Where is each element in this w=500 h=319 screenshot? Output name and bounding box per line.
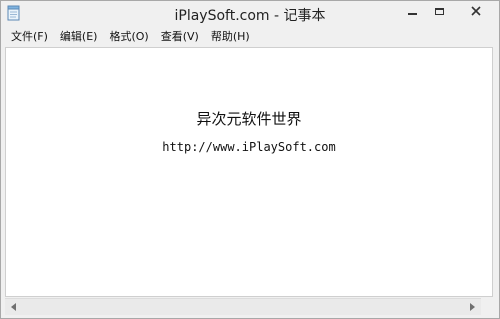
editor-url-line: http://www.iPlaySoft.com [162, 140, 336, 154]
menu-help[interactable]: 帮助(H) [205, 27, 256, 46]
size-grip[interactable] [481, 298, 498, 315]
menu-file[interactable]: 文件(F) [5, 27, 54, 46]
menu-view[interactable]: 查看(V) [155, 27, 205, 46]
minimize-icon [407, 13, 417, 15]
chevron-right-icon [469, 303, 475, 311]
scroll-left-button[interactable] [5, 299, 22, 315]
editor-text-line: 异次元软件世界 [196, 110, 302, 128]
chevron-left-icon [10, 303, 16, 311]
menu-edit[interactable]: 编辑(E) [54, 27, 104, 46]
notepad-window: iPlaySoft.com - 记事本 文件(F) 编辑(E) 格式(O) 查看… [0, 0, 500, 319]
title-bar[interactable]: iPlaySoft.com - 记事本 [1, 1, 499, 27]
close-button[interactable] [453, 1, 498, 21]
close-icon [470, 6, 481, 16]
menu-bar: 文件(F) 编辑(E) 格式(O) 查看(V) 帮助(H) [1, 27, 499, 46]
minimize-button[interactable] [399, 1, 425, 21]
scroll-right-button[interactable] [464, 299, 481, 315]
maximize-icon [434, 7, 444, 15]
horizontal-scrollbar[interactable] [5, 298, 481, 315]
scroll-track[interactable] [22, 299, 464, 315]
maximize-button[interactable] [426, 1, 452, 21]
text-editor-area[interactable]: 异次元软件世界 http://www.iPlaySoft.com [5, 47, 493, 297]
menu-format[interactable]: 格式(O) [103, 27, 154, 46]
